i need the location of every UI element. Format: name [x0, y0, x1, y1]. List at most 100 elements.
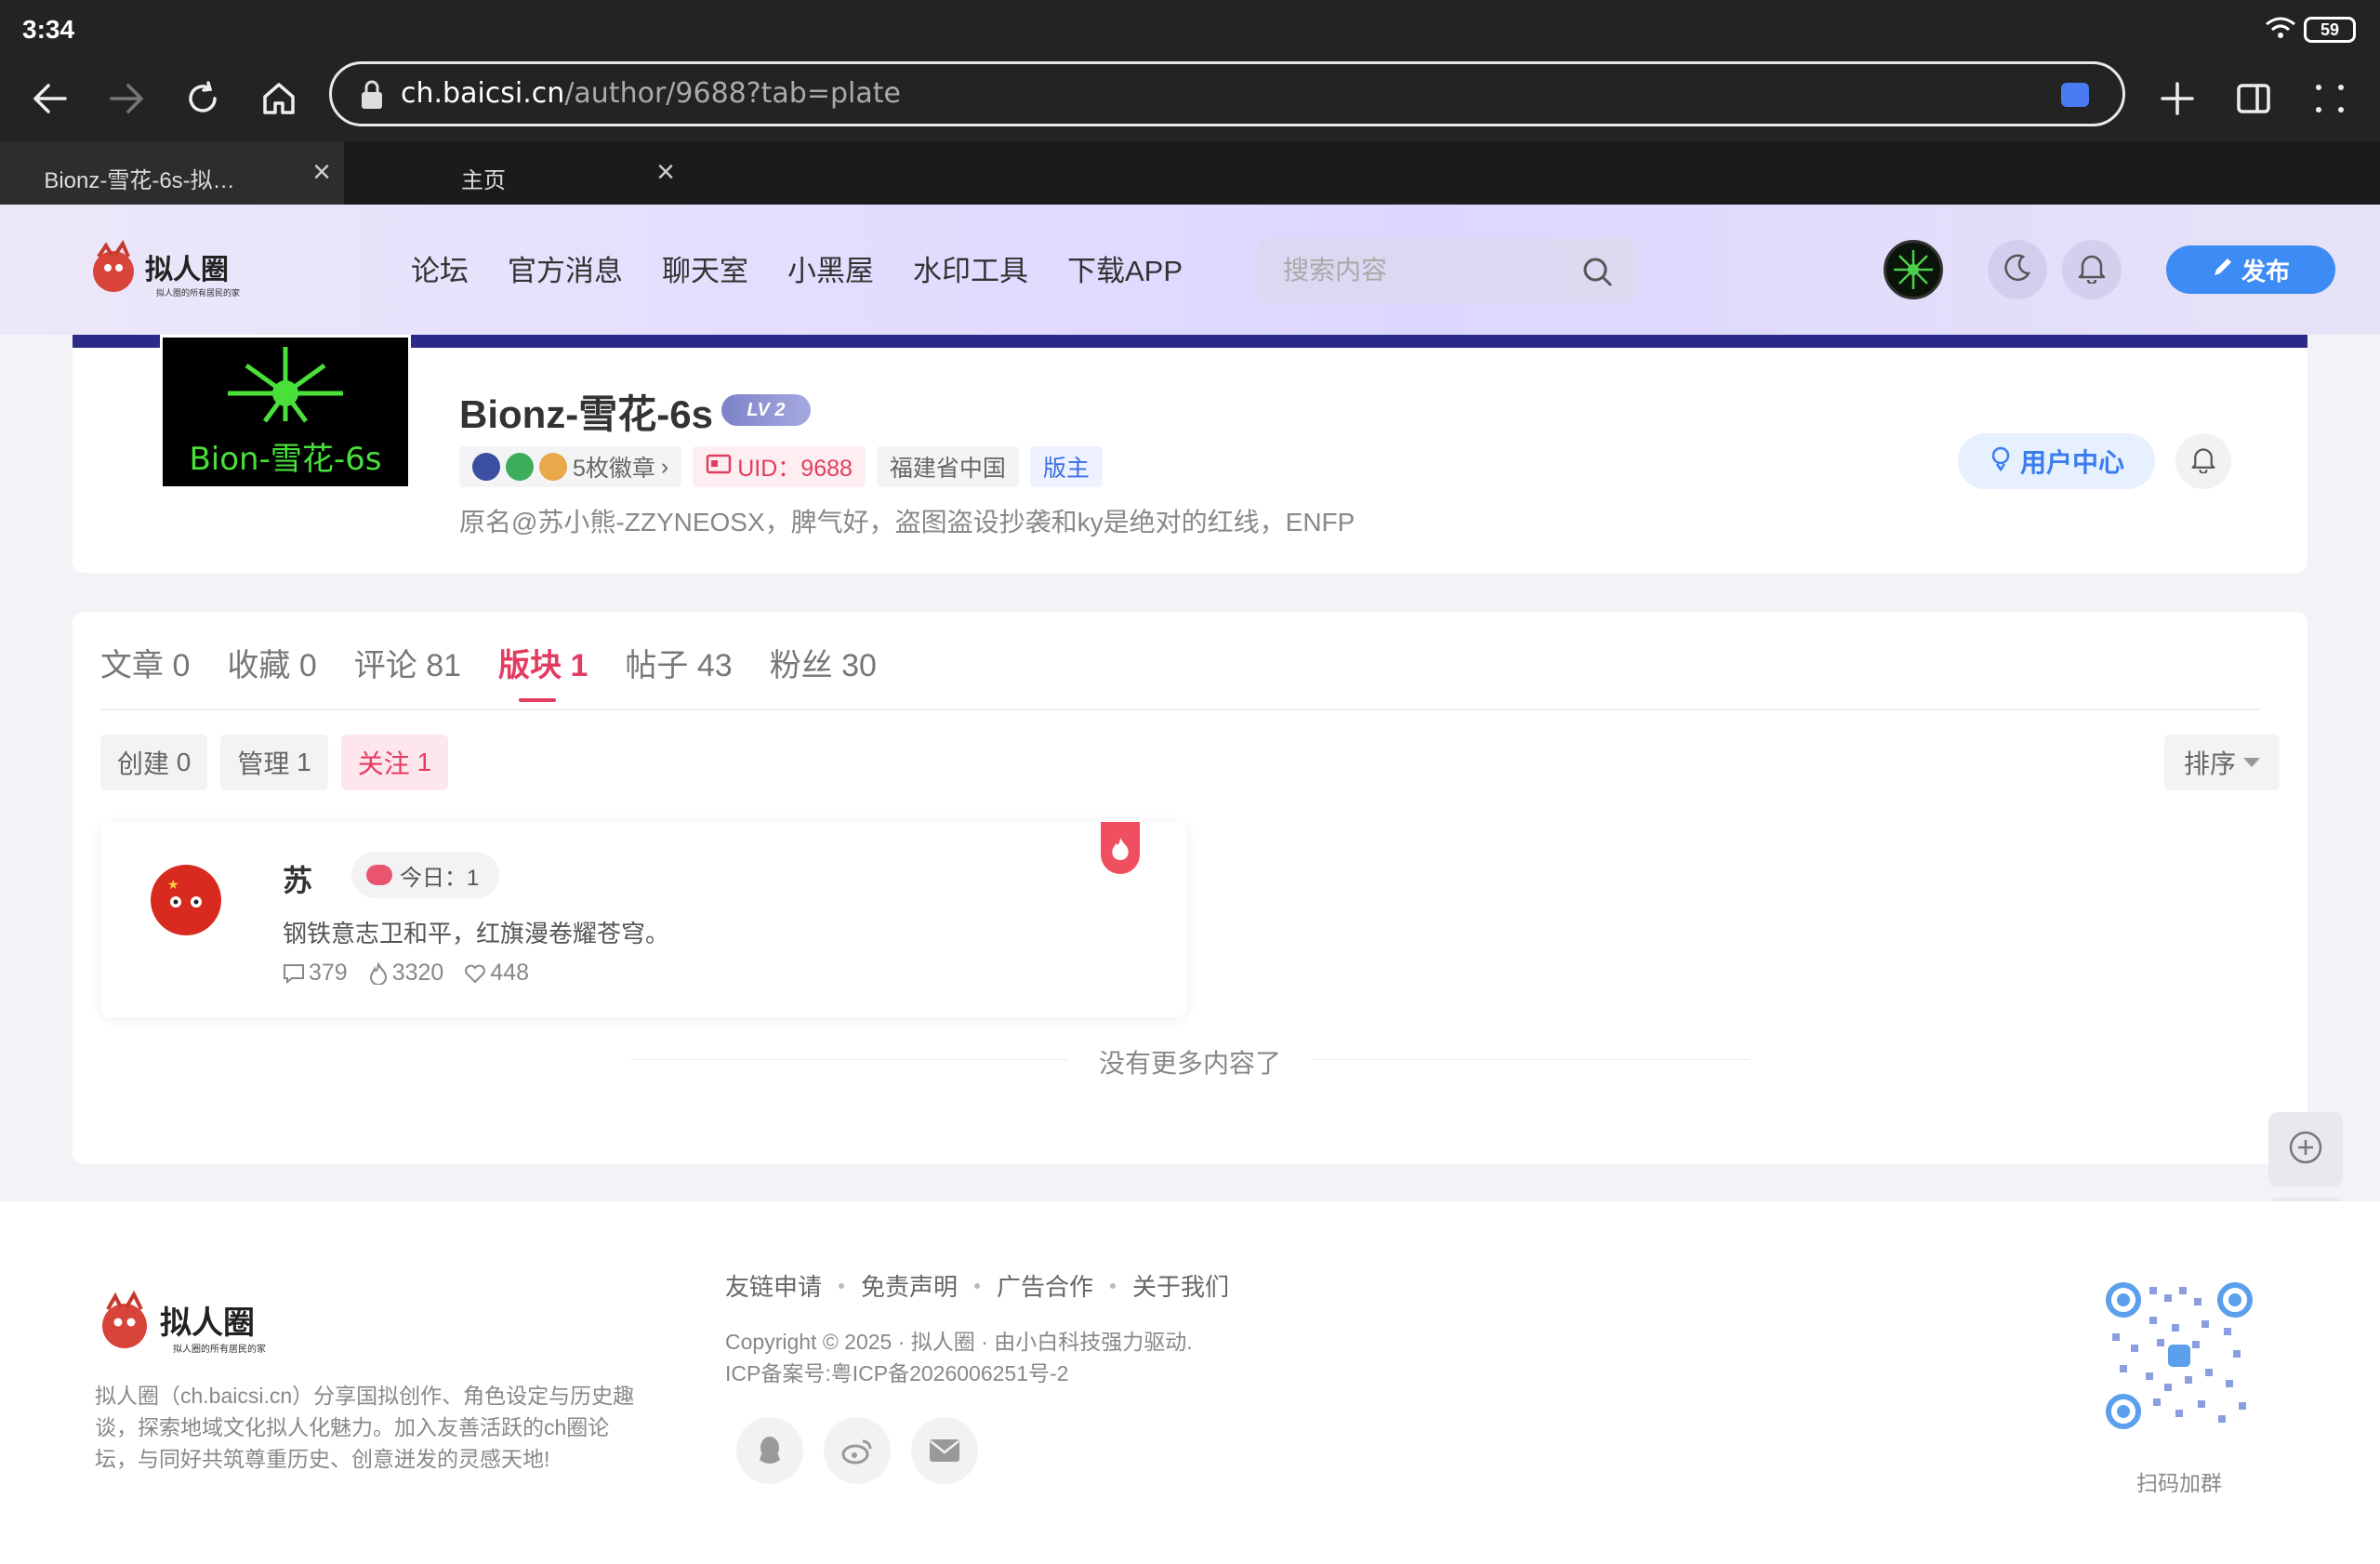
- home-icon[interactable]: [249, 69, 309, 128]
- profile-name: Bionz-雪花-6s: [459, 392, 714, 436]
- profile-avatar[interactable]: Bion-雪花-6s: [160, 335, 411, 489]
- no-more-divider: 没有更多内容了: [630, 1041, 1750, 1079]
- new-tab-icon[interactable]: [2148, 69, 2207, 128]
- sort-dropdown[interactable]: 排序: [2164, 735, 2280, 790]
- plate-title: 苏: [283, 864, 313, 897]
- footer-logo[interactable]: 拟人圈 拟人圈的所有居民的家: [93, 1287, 298, 1361]
- uid-chip: UID：9688: [693, 446, 866, 487]
- tab-posts[interactable]: 帖子 43: [625, 640, 732, 685]
- tab-title: Bionz-雪花-6s-拟…: [44, 168, 235, 193]
- sort-label: 排序: [2183, 749, 2236, 778]
- subtab-created[interactable]: 创建 0: [100, 735, 208, 790]
- badge-icon: [539, 453, 567, 481]
- plate-card[interactable]: ★ 苏 今日：1 钢铁意志卫和平，红旗漫卷耀苍穹。 379 3320 448: [100, 822, 1186, 1017]
- footer-link-disclaimer[interactable]: 免责声明: [861, 1268, 958, 1303]
- today-label: 今日：1: [400, 865, 480, 891]
- plate-avatar: ★: [151, 865, 221, 935]
- bell-icon: [2077, 252, 2107, 288]
- search-input[interactable]: [1283, 253, 1562, 288]
- chat-icon: [366, 865, 392, 885]
- svg-text:拟人圈的所有居民的家: 拟人圈的所有居民的家: [156, 287, 240, 298]
- float-add-button[interactable]: [2268, 1112, 2343, 1186]
- footer-about: 拟人圈（ch.baicsi.cn）分享国拟创作、角色设定与历史趣谈，探索地域文化…: [95, 1384, 635, 1471]
- reload-icon[interactable]: [173, 69, 232, 128]
- heart-icon: [465, 964, 486, 983]
- plate-filter-tabs: 创建 0 管理 1 关注 1: [100, 735, 449, 790]
- nav-item-chatroom[interactable]: 聊天室: [662, 247, 748, 289]
- plus-circle-icon: [2287, 1129, 2324, 1171]
- weibo-icon[interactable]: [824, 1417, 891, 1484]
- chevron-right-icon: ›: [660, 453, 669, 480]
- footer-link-about[interactable]: 关于我们: [1132, 1268, 1229, 1303]
- sidebar-icon[interactable]: [2224, 69, 2283, 128]
- nav-item-forum[interactable]: 论坛: [411, 247, 469, 289]
- follow-bell-button[interactable]: [2175, 433, 2231, 489]
- status-bar: 3:34 59: [0, 0, 2380, 58]
- close-icon[interactable]: ×: [656, 154, 675, 191]
- close-icon[interactable]: ×: [312, 154, 331, 191]
- separator-dot: [1110, 1282, 1117, 1289]
- subtab-followed[interactable]: 关注 1: [340, 735, 449, 790]
- back-icon[interactable]: [20, 69, 80, 128]
- browser-tab[interactable]: 主页 ×: [344, 141, 688, 205]
- footer-link-ads[interactable]: 广告合作: [997, 1268, 1093, 1303]
- tab-comments[interactable]: 评论 81: [354, 640, 461, 685]
- copyright: Copyright © 2025 · 拟人圈 · 由小白科技强力驱动.: [725, 1330, 1193, 1354]
- subtab-managed[interactable]: 管理 1: [220, 735, 328, 790]
- divider: [100, 709, 2261, 710]
- tab-strip: Bionz-雪花-6s-拟… × 主页 ×: [0, 141, 2380, 205]
- user-center-button[interactable]: 用户中心: [1958, 433, 2155, 489]
- nav-item-download[interactable]: 下载APP: [1067, 247, 1183, 289]
- plate-description: 钢铁意志卫和平，红旗漫卷耀苍穹。: [283, 920, 670, 948]
- id-card-icon: [706, 454, 732, 481]
- site-footer: 拟人圈 拟人圈的所有居民的家 拟人圈（ch.baicsi.cn）分享国拟创作、角…: [0, 1201, 2380, 1564]
- profile-meta: 5枚徽章 › UID：9688 福建省中国 版主: [459, 446, 1103, 487]
- battery-icon: 59: [2304, 17, 2356, 43]
- footer-links: 友链申请 免责声明 广告合作 关于我们: [725, 1268, 1229, 1303]
- bell-icon: [2190, 445, 2216, 478]
- tab-plates[interactable]: 版块 1: [498, 640, 588, 702]
- forward-icon[interactable]: [97, 69, 156, 128]
- nav-item-blackroom[interactable]: 小黑屋: [787, 247, 874, 289]
- tab-favorites[interactable]: 收藏 0: [227, 640, 316, 685]
- social-links: [736, 1417, 978, 1484]
- tab-articles[interactable]: 文章 0: [100, 640, 190, 685]
- footer-link-friends[interactable]: 友链申请: [725, 1268, 822, 1303]
- search-icon[interactable]: [1580, 255, 1614, 288]
- nav-item-official[interactable]: 官方消息: [508, 247, 623, 289]
- qq-icon[interactable]: [736, 1417, 803, 1484]
- extension-icon[interactable]: [2061, 83, 2089, 107]
- svg-text:拟人圈的所有居民的家: 拟人圈的所有居民的家: [173, 1343, 266, 1355]
- hot-stat: 3320: [368, 960, 443, 987]
- main-nav: 论坛 官方消息 聊天室 小黑屋 水印工具 下载APP: [411, 247, 1183, 289]
- like-stat: 448: [464, 960, 529, 987]
- address-bar[interactable]: ch.baicsi.cn/author/9688?tab=plate: [329, 61, 2125, 126]
- qr-code: [2103, 1279, 2255, 1432]
- url-text: ch.baicsi.cn/author/9688?tab=plate: [401, 77, 901, 110]
- site-header: 拟人圈 拟人圈的所有居民的家 论坛 官方消息 聊天室 小黑屋 水印工具 下载AP…: [0, 205, 2380, 335]
- avatar[interactable]: [1884, 240, 1943, 299]
- user-icon: [1989, 445, 2013, 478]
- nav-item-watermark[interactable]: 水印工具: [913, 247, 1028, 289]
- tab-fans[interactable]: 粉丝 30: [770, 640, 877, 685]
- role-chip: 版主: [1029, 446, 1103, 487]
- hot-flag-icon: [1101, 822, 1140, 874]
- email-icon[interactable]: [911, 1417, 978, 1484]
- site-logo[interactable]: 拟人圈 拟人圈的所有居民的家: [87, 238, 273, 305]
- notification-button[interactable]: [2062, 240, 2122, 299]
- dark-mode-toggle[interactable]: [1988, 240, 2047, 299]
- badge-icon: [472, 453, 500, 481]
- browser-tab[interactable]: Bionz-雪花-6s-拟… ×: [0, 141, 344, 205]
- more-icon[interactable]: [2300, 69, 2360, 128]
- plate-stats: 379 3320 448: [283, 960, 529, 987]
- tab-title: 主页: [461, 168, 506, 193]
- pencil-icon: [2212, 256, 2234, 285]
- location-chip: 福建省中国: [876, 446, 1019, 487]
- separator-dot: [839, 1282, 845, 1289]
- level-badge: LV 2: [721, 394, 811, 426]
- today-count-chip: 今日：1: [351, 852, 500, 898]
- icp-record[interactable]: ICP备案号:粤ICP备2026006251号-2: [725, 1356, 1068, 1387]
- publish-button[interactable]: 发布: [2166, 245, 2335, 294]
- no-more-text: 没有更多内容了: [1098, 1049, 1281, 1078]
- badges-chip[interactable]: 5枚徽章 ›: [459, 446, 682, 487]
